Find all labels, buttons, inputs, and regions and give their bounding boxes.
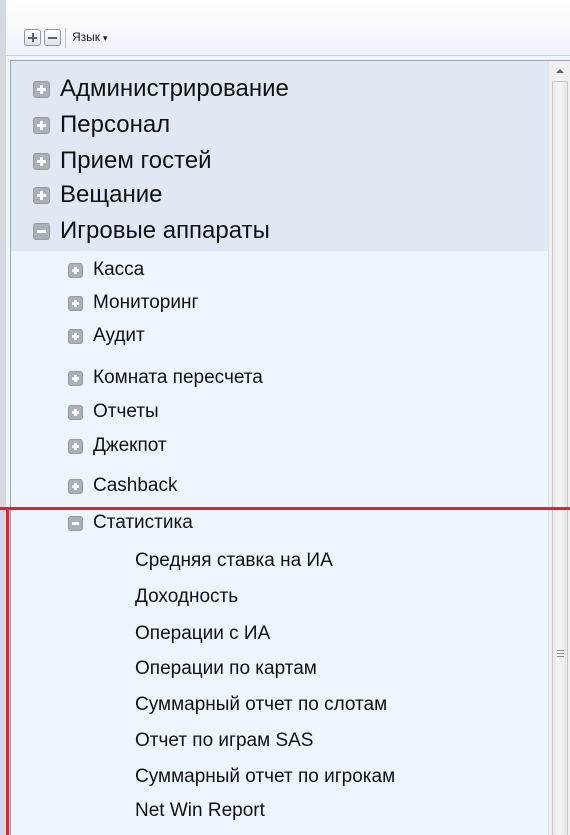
vertical-scrollbar[interactable] [548, 61, 570, 835]
tree-item-label: Касса [93, 259, 145, 280]
expand-icon[interactable] [33, 116, 50, 134]
tree-item-cashdesk[interactable]: Касса [11, 254, 144, 286]
tree-item-slot-summary[interactable]: Суммарный отчет по слотам [11, 689, 387, 721]
tree-item-label: Аудит [93, 325, 145, 346]
tree-item-label: Статистика [93, 512, 193, 533]
highlight-line [0, 507, 570, 510]
tree-item-label: Операции с ИА [135, 623, 271, 644]
grip-icon [557, 650, 564, 659]
expand-icon[interactable] [68, 295, 83, 311]
scrollbar-thumb[interactable] [552, 81, 568, 835]
collapse-icon[interactable] [68, 515, 83, 531]
tree-item-label: Суммарный отчет по слотам [135, 694, 388, 715]
tree-item-profitability[interactable]: Доходность [11, 581, 238, 613]
tree-item-card-operations[interactable]: Операции по картам [11, 653, 317, 685]
tree-item-broadcasting[interactable]: Вещание [11, 179, 162, 211]
tree-item-label: Администрирование [60, 75, 289, 102]
collapse-all-button[interactable] [44, 29, 61, 46]
minus-square-icon [48, 37, 57, 39]
tree-item-cashback[interactable]: Cashback [11, 470, 178, 502]
tree-item-sas-games-report[interactable]: Отчет по играм SAS [11, 725, 313, 757]
tree-item-label: Прием гостей [60, 147, 212, 174]
tree-item-guest-reception[interactable]: Прием гостей [11, 145, 212, 177]
tree-item-label: Персонал [60, 111, 171, 138]
tree-item-net-win-report[interactable]: Net Win Report [11, 795, 265, 827]
tree-item-label: Операции по картам [135, 658, 317, 679]
tree-item-label: Отчеты [93, 401, 159, 422]
tree-item-label: Отчет по играм SAS [135, 730, 314, 751]
expand-icon[interactable] [68, 404, 83, 420]
expand-icon[interactable] [68, 328, 83, 344]
highlight-border [6, 507, 9, 835]
navigation-tree: Администрирование Персонал Прием гостей … [10, 60, 570, 835]
tree-item-jackpot[interactable]: Джекпот [11, 430, 167, 462]
toolbar: Язык ▾ [6, 0, 570, 56]
arrow-up-icon [556, 69, 564, 73]
tree-item-reports[interactable]: Отчеты [11, 396, 159, 428]
tree-item-count-room[interactable]: Комната пересчета [11, 362, 263, 394]
scroll-up-button[interactable] [549, 61, 570, 81]
expand-icon[interactable] [33, 80, 50, 98]
tree-item-label: Игровые аппараты [60, 217, 270, 244]
toolbar-separator [65, 28, 66, 48]
tree-item-label: Джекпот [93, 435, 167, 456]
expand-icon[interactable] [33, 152, 50, 170]
tree-item-label: Суммарный отчет по игрокам [135, 766, 396, 787]
tree-item-label: Cashback [93, 475, 178, 496]
collapse-icon[interactable] [33, 222, 50, 240]
expand-icon[interactable] [68, 478, 83, 494]
tree-item-administration[interactable]: Администрирование [11, 73, 289, 105]
tree-item-monitoring[interactable]: Мониторинг [11, 287, 198, 319]
language-dropdown[interactable]: Язык ▾ [72, 30, 108, 44]
tree-item-audit[interactable]: Аудит [11, 320, 145, 352]
tree-item-personnel[interactable]: Персонал [11, 109, 170, 141]
expand-icon[interactable] [68, 262, 83, 278]
expand-icon[interactable] [68, 438, 83, 454]
language-label: Язык [72, 30, 101, 44]
tree-item-label: Мониторинг [93, 292, 199, 313]
tree-item-avg-bet[interactable]: Средняя ставка на ИА [11, 545, 333, 577]
expand-icon[interactable] [33, 186, 50, 204]
expand-icon[interactable] [68, 370, 83, 386]
tree-item-statistics[interactable]: Статистика [11, 507, 193, 539]
tree-item-label: Вещание [60, 181, 163, 208]
tree-item-label: Средняя ставка на ИА [135, 550, 333, 571]
tree-item-player-summary[interactable]: Суммарный отчет по игрокам [11, 761, 395, 793]
tree-item-label: Комната пересчета [93, 367, 263, 388]
tree-item-gaming-machines[interactable]: Игровые аппараты [11, 215, 270, 247]
tree-item-label: Доходность [135, 586, 239, 607]
chevron-down-icon: ▾ [103, 33, 108, 43]
expand-all-button[interactable] [24, 29, 41, 46]
tree-item-machine-operations[interactable]: Операции с ИА [11, 618, 270, 650]
tree-item-label: Net Win Report [135, 800, 265, 821]
